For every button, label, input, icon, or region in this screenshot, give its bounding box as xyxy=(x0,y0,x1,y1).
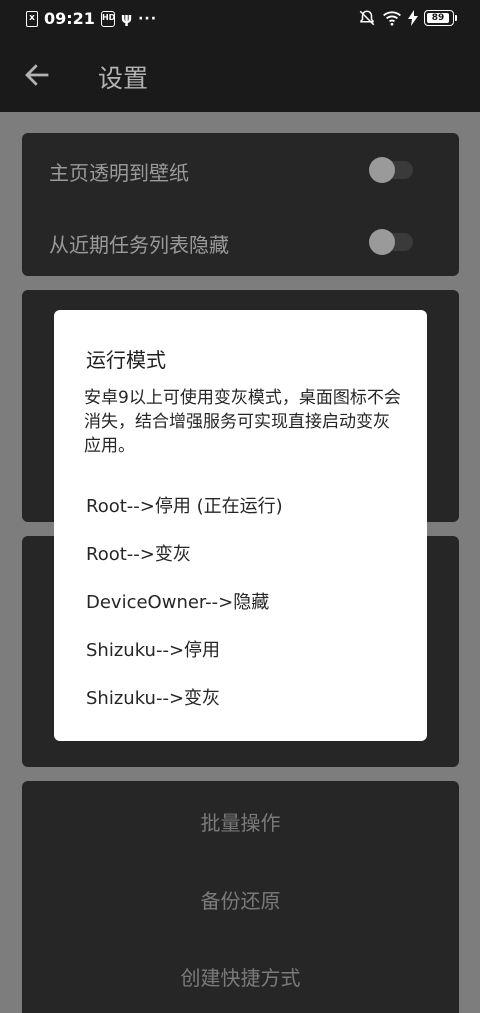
status-right: 89 xyxy=(358,9,457,27)
status-time: 09:21 xyxy=(44,9,95,28)
setting-hide-recents-label: 从近期任务列表隐藏 xyxy=(49,233,229,257)
status-bar: x 09:21 HD ψ ··· 89 xyxy=(0,0,480,38)
option-shizuku-gray[interactable]: Shizuku-->变灰 xyxy=(86,684,220,710)
option-deviceowner-hide[interactable]: DeviceOwner-->隐藏 xyxy=(86,588,269,614)
page-title: 设置 xyxy=(98,64,149,93)
dialog-message: 安卓9以上可使用变灰模式，桌面图标不会消失，结合增强服务可实现直接启动变灰应用。 xyxy=(84,388,401,456)
setting-transparent-wallpaper-label: 主页透明到壁纸 xyxy=(49,161,189,185)
batch-operation-button[interactable]: 批量操作 xyxy=(22,807,459,836)
settings-card-general: 主页透明到壁纸 从近期任务列表隐藏 xyxy=(22,133,459,276)
status-left: x 09:21 HD ψ ··· xyxy=(26,9,157,28)
setting-transparent-wallpaper-toggle[interactable] xyxy=(369,157,413,183)
create-shortcut-button[interactable]: 创建快捷方式 xyxy=(22,962,459,991)
settings-card-actions: 批量操作 备份还原 创建快捷方式 xyxy=(22,781,459,1013)
option-root-disable[interactable]: Root-->停用 (正在运行) xyxy=(86,492,283,518)
battery-level: 89 xyxy=(427,13,449,23)
run-mode-dialog: 运行模式 安卓9以上可使用变灰模式，桌面图标不会消失，结合增强服务可实现直接启动… xyxy=(54,310,427,741)
dialog-title: 运行模式 xyxy=(86,348,166,372)
more-notifications-icon: ··· xyxy=(138,10,158,27)
usb-icon: ψ xyxy=(120,10,133,27)
option-shizuku-disable[interactable]: Shizuku-->停用 xyxy=(86,636,220,662)
wifi-icon xyxy=(383,11,401,26)
sim-icon: x xyxy=(26,10,38,27)
app-bar: 设置 xyxy=(0,38,480,112)
charging-icon xyxy=(408,10,418,26)
bell-off-icon xyxy=(359,10,375,26)
setting-hide-recents-toggle[interactable] xyxy=(369,229,413,255)
battery-icon: 89 xyxy=(424,10,457,26)
back-arrow-icon[interactable] xyxy=(22,60,52,90)
option-root-gray[interactable]: Root-->变灰 xyxy=(86,540,191,566)
hd-icon: HD xyxy=(100,10,115,27)
backup-restore-button[interactable]: 备份还原 xyxy=(22,885,459,914)
